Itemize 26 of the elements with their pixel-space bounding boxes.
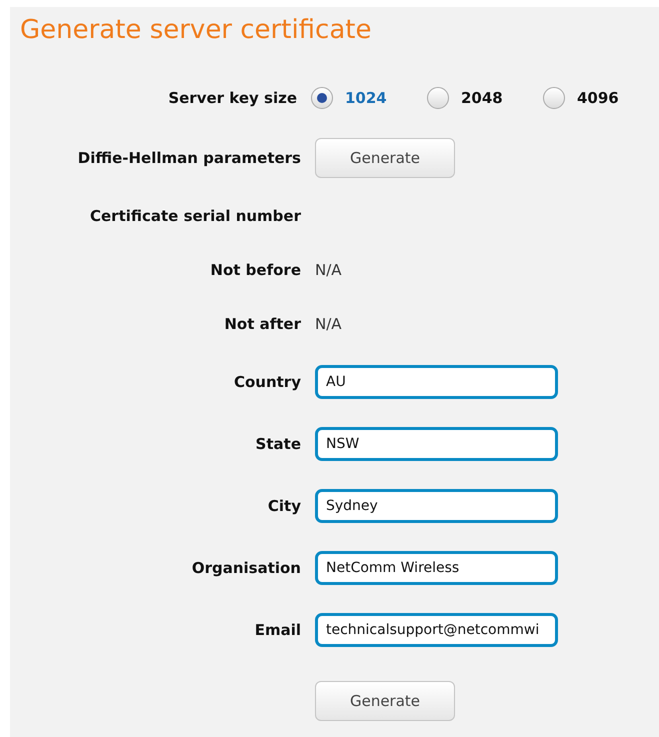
field-label: Server key size [168,88,297,109]
input-field[interactable]: AU [315,365,558,399]
radio-button[interactable] [427,87,449,109]
field-label: Organisation [192,558,301,579]
radio-button[interactable] [543,87,565,109]
radio-label: 4096 [577,88,619,109]
generate-button[interactable]: Generate [315,681,455,721]
field-label: Not before [210,260,301,281]
field-label: State [256,434,301,455]
field-label: Email [254,620,301,641]
field-label: Certificate serial number [90,206,301,227]
field-label: Country [234,372,301,393]
generate-button[interactable]: Generate [315,138,455,178]
input-field[interactable]: NSW [315,427,558,461]
input-field[interactable]: NetComm Wireless [315,551,558,585]
field-label: Diffie-Hellman parameters [78,148,301,169]
field-label: City [268,496,301,517]
value-text: N/A [315,314,342,335]
input-field[interactable]: technicalsupport@netcommwi [315,613,558,647]
field-label: Not after [224,314,301,335]
radio-label: 2048 [461,88,503,109]
value-text: N/A [315,260,342,281]
page-title: Generate server certificate [20,14,372,47]
radio-button[interactable] [311,87,333,109]
input-field[interactable]: Sydney [315,489,558,523]
radio-label: 1024 [345,88,387,109]
